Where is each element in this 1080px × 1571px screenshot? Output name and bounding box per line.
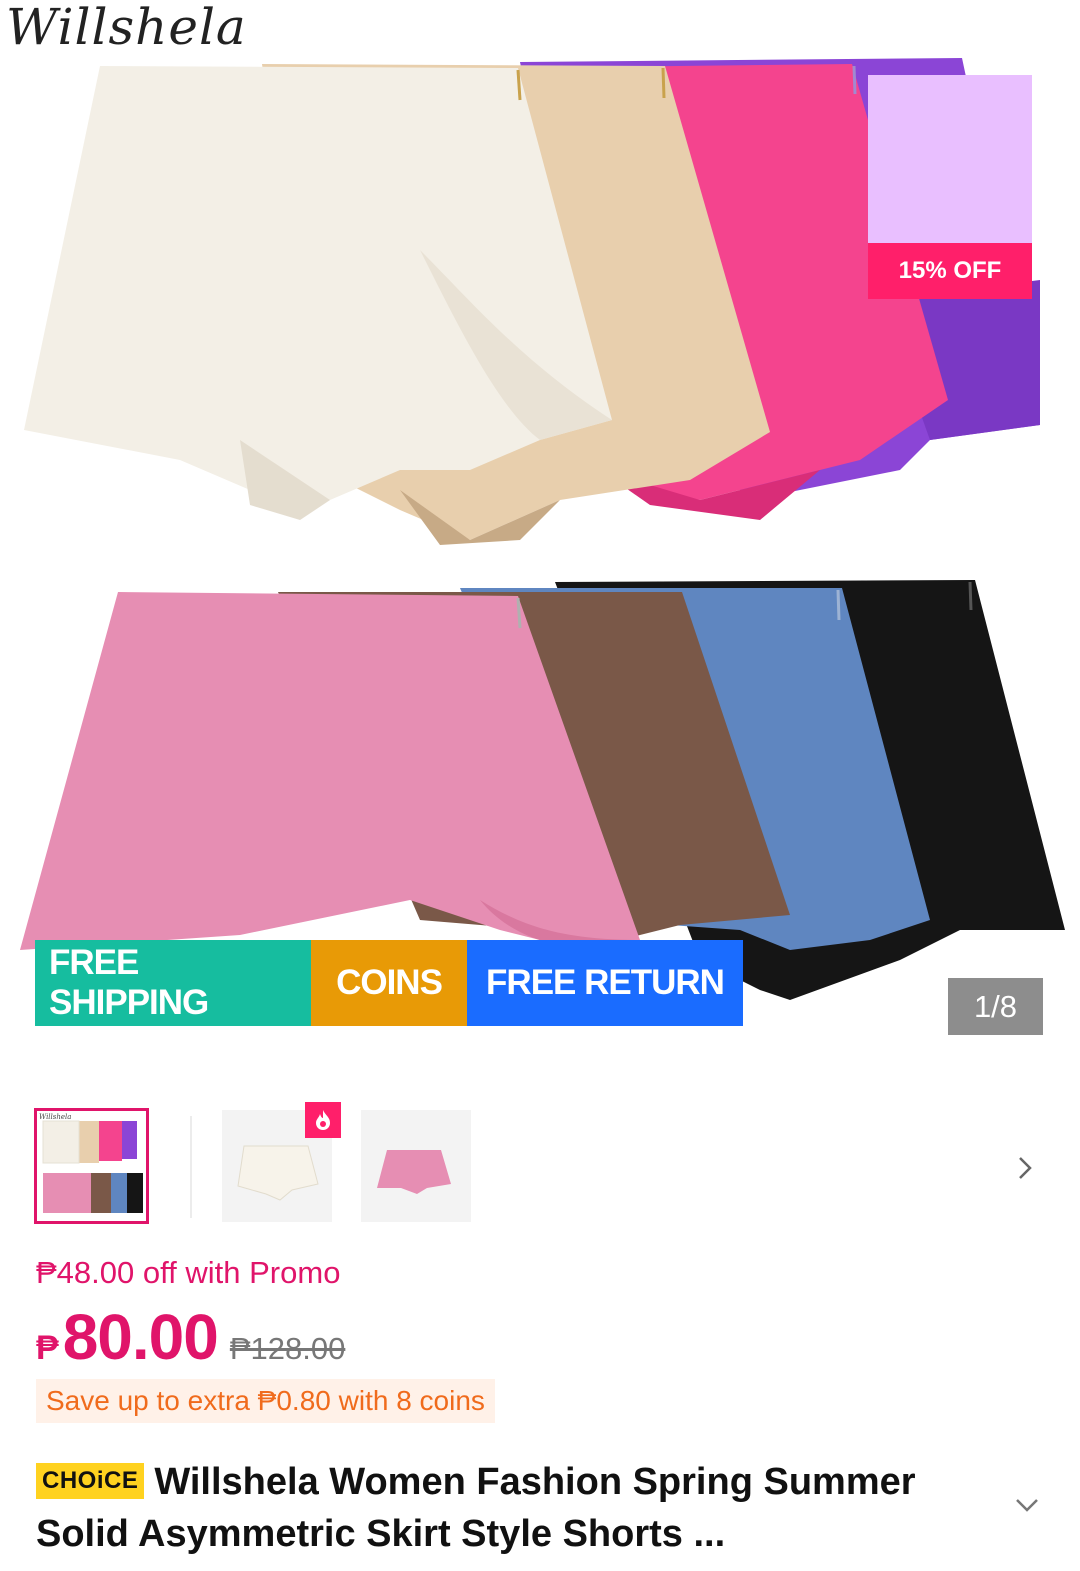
thumbnail-strip: Willshela <box>34 1102 1044 1226</box>
thumbnail-1-image: Willshela <box>39 1113 143 1213</box>
chevron-right-icon[interactable] <box>1010 1148 1040 1188</box>
thumbnail-1[interactable]: Willshela <box>34 1108 149 1224</box>
choice-badge: CHOiCE <box>36 1463 145 1499</box>
free-shipping-tag: FREE SHIPPING <box>35 940 311 1026</box>
original-price: ₱128.00 <box>229 1331 346 1366</box>
thumbnail-divider <box>190 1116 192 1218</box>
promo-discount-text: ₱48.00 off with Promo <box>36 1255 341 1290</box>
thumbnail-3-image <box>361 1110 471 1222</box>
flame-icon <box>305 1102 341 1138</box>
product-image-gallery[interactable]: Willshela 15% OFF FREE SHIPPING COINS FR… <box>0 0 1080 1058</box>
price-currency: ₱ <box>36 1329 59 1367</box>
coins-tag: COINS <box>311 940 467 1026</box>
product-title-text: Willshela Women Fashion Spring Summer So… <box>36 1461 916 1555</box>
service-tags: FREE SHIPPING COINS FREE RETURN <box>35 940 743 1026</box>
chevron-down-icon[interactable] <box>1012 1490 1042 1520</box>
price-row: ₱ 80.00 ₱128.00 <box>36 1300 345 1374</box>
product-title: CHOiCE Willshela Women Fashion Spring Sum… <box>36 1456 996 1560</box>
current-price: 80.00 <box>62 1301 219 1373</box>
free-return-tag: FREE RETURN <box>467 940 743 1026</box>
image-page-counter: 1/8 <box>948 978 1043 1035</box>
discount-badge-swatch <box>868 75 1032 243</box>
thumbnail-brand: Willshela <box>39 1113 71 1121</box>
brand-logo: Willshela <box>6 0 247 56</box>
thumbnail-3[interactable] <box>361 1110 471 1222</box>
discount-badge: 15% OFF <box>868 75 1032 299</box>
discount-label: 15% OFF <box>868 243 1032 299</box>
coins-savings-note: Save up to extra ₱0.80 with 8 coins <box>36 1379 495 1423</box>
